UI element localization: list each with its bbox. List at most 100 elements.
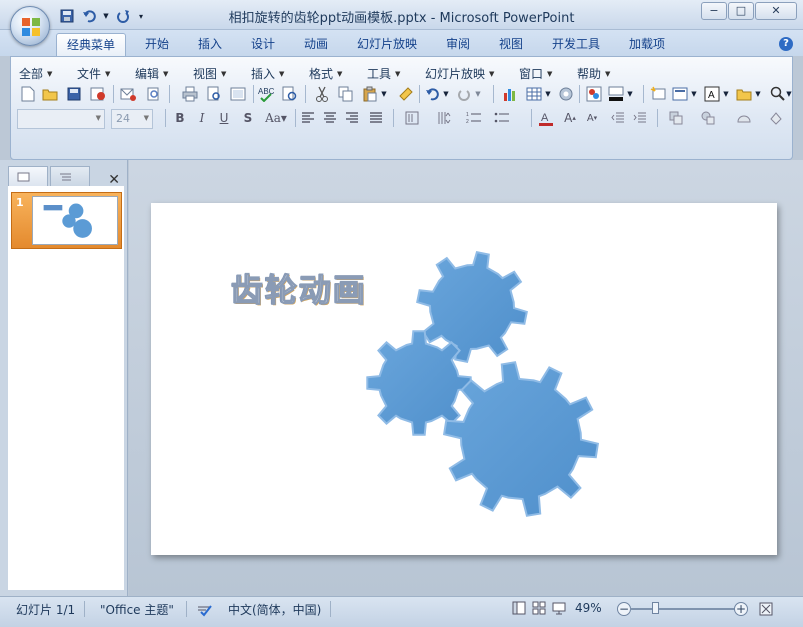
bulleted-list-icon[interactable] (493, 109, 511, 127)
undo-icon[interactable] (423, 85, 441, 103)
layout-dropdown-icon[interactable]: ▼ (689, 85, 699, 103)
save-icon[interactable] (65, 85, 83, 103)
text-box-dropdown-icon[interactable]: ▼ (721, 85, 731, 103)
align-right-icon[interactable] (343, 109, 361, 127)
zoom-slider-knob[interactable] (652, 602, 659, 614)
slide-view-icon[interactable] (229, 85, 247, 103)
menu-edit[interactable]: 编辑 ▼ (135, 65, 168, 82)
find-dropdown-icon[interactable]: ▼ (785, 85, 793, 103)
fit-to-window-icon[interactable] (759, 602, 773, 619)
format-painter-icon[interactable] (397, 85, 415, 103)
open-folder-icon[interactable] (41, 85, 59, 103)
align-center-icon[interactable] (321, 109, 339, 127)
menu-window[interactable]: 窗口 ▼ (519, 65, 552, 82)
tab-developer[interactable]: 开发工具 (542, 33, 610, 56)
spell-check-icon[interactable] (196, 601, 214, 620)
zoom-in-button[interactable]: + (734, 602, 748, 616)
slide-sorter-icon[interactable] (532, 601, 546, 618)
underline-button[interactable]: U (215, 109, 233, 127)
align-left-icon[interactable] (299, 109, 317, 127)
tab-review[interactable]: 审阅 (436, 33, 480, 56)
zoom-level[interactable]: 49% (575, 601, 602, 615)
menu-tools[interactable]: 工具 ▼ (367, 65, 400, 82)
text-direction-icon[interactable] (403, 109, 421, 127)
paste-icon[interactable] (361, 85, 379, 103)
maximize-button[interactable]: □ (728, 2, 754, 20)
fill-dropdown-icon[interactable]: ▼ (625, 85, 635, 103)
tab-home[interactable]: 开始 (135, 33, 179, 56)
copy-icon[interactable] (337, 85, 355, 103)
print-icon[interactable] (181, 85, 199, 103)
email-icon[interactable] (119, 85, 137, 103)
normal-view-icon[interactable] (512, 601, 526, 618)
close-button[interactable]: ✕ (755, 2, 797, 20)
slide-canvas[interactable]: 齿轮动画 (151, 203, 777, 555)
slide-thumbnail[interactable]: 1 (11, 192, 122, 249)
tab-design[interactable]: 设计 (241, 33, 285, 56)
spelling-icon[interactable]: ABC (257, 85, 275, 103)
menu-insert[interactable]: 插入 ▼ (251, 65, 284, 82)
insert-chart-icon[interactable] (501, 85, 519, 103)
increase-font-icon[interactable]: A ▴ (561, 109, 579, 127)
decrease-font-icon[interactable]: A ▾ (583, 109, 601, 127)
decrease-indent-icon[interactable] (609, 109, 627, 127)
undo-dropdown-icon[interactable]: ▼ (441, 85, 451, 103)
fill-color-icon[interactable] (607, 85, 625, 103)
zoom-out-button[interactable]: − (617, 602, 631, 616)
bold-button[interactable]: B (171, 109, 189, 127)
change-case-button[interactable]: Aa▾ (263, 109, 289, 127)
print-preview-icon[interactable] (205, 85, 223, 103)
tab-outline[interactable] (50, 166, 90, 187)
redo-dropdown-icon[interactable]: ▼ (473, 85, 483, 103)
help-icon[interactable]: ? (779, 37, 793, 51)
line-spacing-icon[interactable] (435, 109, 453, 127)
menu-format[interactable]: 格式 ▼ (309, 65, 342, 82)
table-dropdown-icon[interactable]: ▼ (543, 85, 553, 103)
justify-icon[interactable] (367, 109, 385, 127)
tab-slideshow[interactable]: 幻灯片放映 (347, 33, 427, 56)
redo-icon[interactable] (455, 85, 473, 103)
gear-large[interactable] (442, 361, 600, 517)
clip-art-icon[interactable] (557, 85, 575, 103)
language[interactable]: 中文(简体，中国) (228, 601, 321, 618)
picture-dropdown-icon[interactable]: ▼ (753, 85, 763, 103)
quick-styles-icon[interactable] (735, 109, 753, 127)
menu-view[interactable]: 视图 ▼ (193, 65, 226, 82)
arrange-icon[interactable] (667, 109, 685, 127)
paste-dropdown-icon[interactable]: ▼ (379, 85, 389, 103)
font-name-field[interactable]: ▼ (17, 109, 105, 129)
tab-view[interactable]: 视图 (489, 33, 533, 56)
gear-left[interactable] (366, 330, 472, 436)
italic-button[interactable]: I (193, 109, 211, 127)
font-size-field[interactable]: 24 ▼ (111, 109, 153, 129)
new-document-icon[interactable] (19, 85, 37, 103)
font-color-icon[interactable]: A (537, 109, 555, 127)
insert-table-icon[interactable] (525, 85, 543, 103)
shapes-icon[interactable] (699, 109, 717, 127)
text-box-icon[interactable]: A (703, 85, 721, 103)
slideshow-view-icon[interactable] (552, 601, 566, 618)
tab-classic-menu[interactable]: 经典菜单 (56, 33, 127, 56)
office-button[interactable] (10, 6, 50, 46)
tab-insert[interactable]: 插入 (188, 33, 232, 56)
tab-addins[interactable]: 加载项 (619, 33, 675, 56)
gears-graphic[interactable] (151, 203, 777, 555)
insert-picture-icon[interactable] (735, 85, 753, 103)
menu-all[interactable]: 全部 ▼ (19, 65, 52, 82)
text-shadow-button[interactable]: S (239, 109, 257, 127)
color-grayscale-icon[interactable] (585, 85, 603, 103)
attach-icon[interactable] (145, 85, 163, 103)
research-icon[interactable] (281, 85, 299, 103)
menu-slideshow[interactable]: 幻灯片放映 ▼ (425, 65, 494, 82)
numbered-list-icon[interactable]: 12 (465, 109, 483, 127)
layout-icon[interactable] (671, 85, 689, 103)
new-slide-icon[interactable] (649, 85, 667, 103)
theme-name[interactable]: "Office 主题" (100, 601, 174, 618)
tab-animation[interactable]: 动画 (294, 33, 338, 56)
permission-icon[interactable] (89, 85, 107, 103)
minimize-button[interactable]: − (701, 2, 727, 20)
menu-help[interactable]: 帮助 ▼ (577, 65, 610, 82)
cut-icon[interactable] (313, 85, 331, 103)
zoom-slider-track[interactable] (630, 608, 738, 610)
tab-slides[interactable] (8, 166, 48, 187)
